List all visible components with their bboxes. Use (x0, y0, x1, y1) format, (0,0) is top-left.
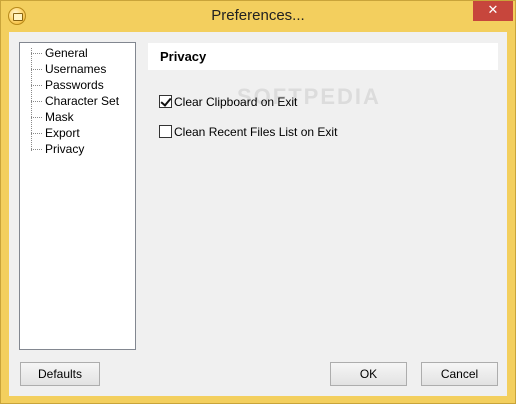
preferences-window: Preferences... ✕ General Usernames Passw… (0, 0, 516, 404)
window-title: Preferences... (211, 7, 305, 24)
dialog-client-area: General Usernames Passwords Character Se… (9, 32, 507, 396)
tree-item-passwords[interactable]: Passwords (31, 78, 104, 93)
ok-button[interactable]: OK (330, 362, 407, 386)
tree-item-usernames[interactable]: Usernames (31, 62, 106, 77)
tree-item-general[interactable]: General (31, 46, 88, 61)
tree-item-mask[interactable]: Mask (31, 110, 74, 125)
defaults-button[interactable]: Defaults (20, 362, 100, 386)
tree-item-character-set[interactable]: Character Set (31, 94, 119, 109)
tree-item-privacy[interactable]: Privacy (31, 142, 84, 157)
title-bar[interactable]: Preferences... ✕ (1, 1, 515, 32)
category-tree[interactable]: General Usernames Passwords Character Se… (19, 42, 136, 350)
close-button[interactable]: ✕ (473, 1, 513, 21)
cancel-button[interactable]: Cancel (421, 362, 498, 386)
clear-clipboard-label[interactable]: Clear Clipboard on Exit (174, 95, 297, 109)
panel-title: Privacy (148, 43, 498, 70)
tree-item-export[interactable]: Export (31, 126, 80, 141)
clear-clipboard-checkbox[interactable] (159, 95, 172, 108)
clean-recent-files-checkbox[interactable] (159, 125, 172, 138)
checkmark-icon (160, 95, 172, 107)
clean-recent-files-label[interactable]: Clean Recent Files List on Exit (174, 125, 337, 139)
